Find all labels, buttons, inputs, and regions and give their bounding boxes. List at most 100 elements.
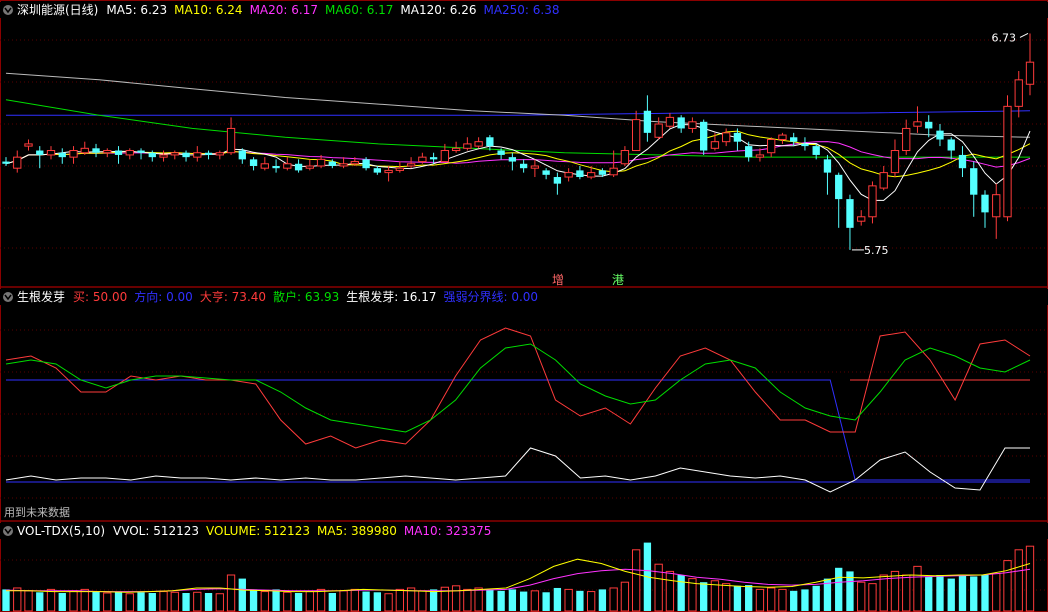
candle-body [530,165,540,169]
indicator-label: 方向: 0.00 [134,289,193,304]
panel-headers: 深圳能源(日线) MA5: 6.23 MA10: 6.24 MA20: 6.17 MA6… [0,2,1048,539]
volume-panel[interactable] [2,542,1035,612]
direction-line [6,379,1030,481]
candle-body [125,150,134,156]
volume-bar [159,591,168,612]
candle-body [936,130,944,140]
indicator-label: VOLUME: 512123 [206,524,310,538]
candle-body [879,172,888,189]
indicator-panel[interactable]: 用到未来数据 [4,327,1031,519]
volume-bar [519,591,528,611]
candle-body [170,152,179,156]
volume-bar [339,590,348,612]
candle-body [1003,105,1012,218]
candle-body [801,143,809,147]
volume-bar [970,576,978,611]
indicator-label: MA20: 6.17 [250,3,318,17]
candle-body [305,165,314,169]
ma60-line [5,99,1030,158]
volume-bar [474,587,483,612]
volume-bar [755,588,765,612]
candle-body [103,150,112,154]
candle-body [970,168,978,195]
volume-bar [700,582,708,611]
indicator-label: 生根发芽: 16.17 [346,289,436,304]
volume-bar [260,591,269,612]
candle-body [294,163,303,171]
candle-body [406,163,416,167]
volume-bar [992,573,1001,612]
volume-bar [24,590,33,612]
volume-bar [542,592,550,611]
volume-bar [395,588,405,612]
candle-body [114,150,123,155]
candle-body [790,137,798,142]
volume-bar [722,583,731,612]
volume-bar [981,575,989,611]
volume-bar [114,592,123,611]
volume-bar [137,592,145,611]
volume-bar [835,567,843,611]
candle-body [2,161,10,164]
volume-bar [812,585,820,611]
volume-bar [13,587,22,612]
price-header: 深圳能源(日线) MA5: 6.23 MA10: 6.24 MA20: 6.17 MA6… [0,2,1048,18]
candle-body [846,199,854,228]
candle-body [654,123,663,138]
candle-body [665,116,675,127]
candle-body [890,150,900,174]
ma120-line [5,72,1031,138]
candle-body [981,194,989,213]
candle-body [80,147,89,154]
volume-bar [451,585,461,612]
volume-bar [294,593,303,611]
volume-bar [767,587,776,612]
candle-body [586,172,596,178]
candle-body [677,117,685,129]
volume-bar [316,588,326,612]
candle-body [69,150,78,158]
volume-bar [328,593,336,611]
volume-bar [631,549,641,612]
candle-body [823,159,832,173]
volume-bar [92,591,100,611]
candle-body [373,168,381,173]
candle-body [272,165,280,169]
indicator-label: MA250: 6.38 [483,3,559,17]
candle-body [868,185,877,218]
price-panel[interactable]: 6.73 5.75 增 港 [2,31,1035,287]
candle-body [812,146,820,155]
candle-body [451,147,461,152]
indicator-label: 强弱分界线: 0.00 [443,290,538,304]
volume-bar [925,576,933,611]
volume-bar [913,565,922,612]
volume-bar [36,592,44,611]
volume-bar [508,589,517,611]
candle-body [159,154,168,158]
candle-body [620,150,630,165]
volume-bar [586,591,596,612]
volume-bar [857,581,866,612]
indicator-label: 散户: 63.93 [273,289,339,304]
candle-body [576,170,584,178]
volume-bar [564,588,573,612]
candle-body [553,177,562,184]
candle-body [463,143,472,149]
volume-bar [1014,549,1023,612]
candle-body [204,152,213,155]
volume-bar [204,593,213,611]
volume-bar [879,574,888,612]
volume-bar [182,593,190,611]
volume-bar [530,590,540,612]
volume-bar [936,575,944,611]
volume-bar [497,590,505,611]
volume-bar [778,588,787,612]
candle-body [767,138,776,154]
candle-body [733,132,742,142]
candle-body [148,152,156,158]
volume-bar [69,590,78,612]
candle-body [13,156,22,169]
indicator-label: MA5: 6.23 [106,3,167,17]
volume-bar [305,591,314,612]
candle-body [598,170,607,175]
